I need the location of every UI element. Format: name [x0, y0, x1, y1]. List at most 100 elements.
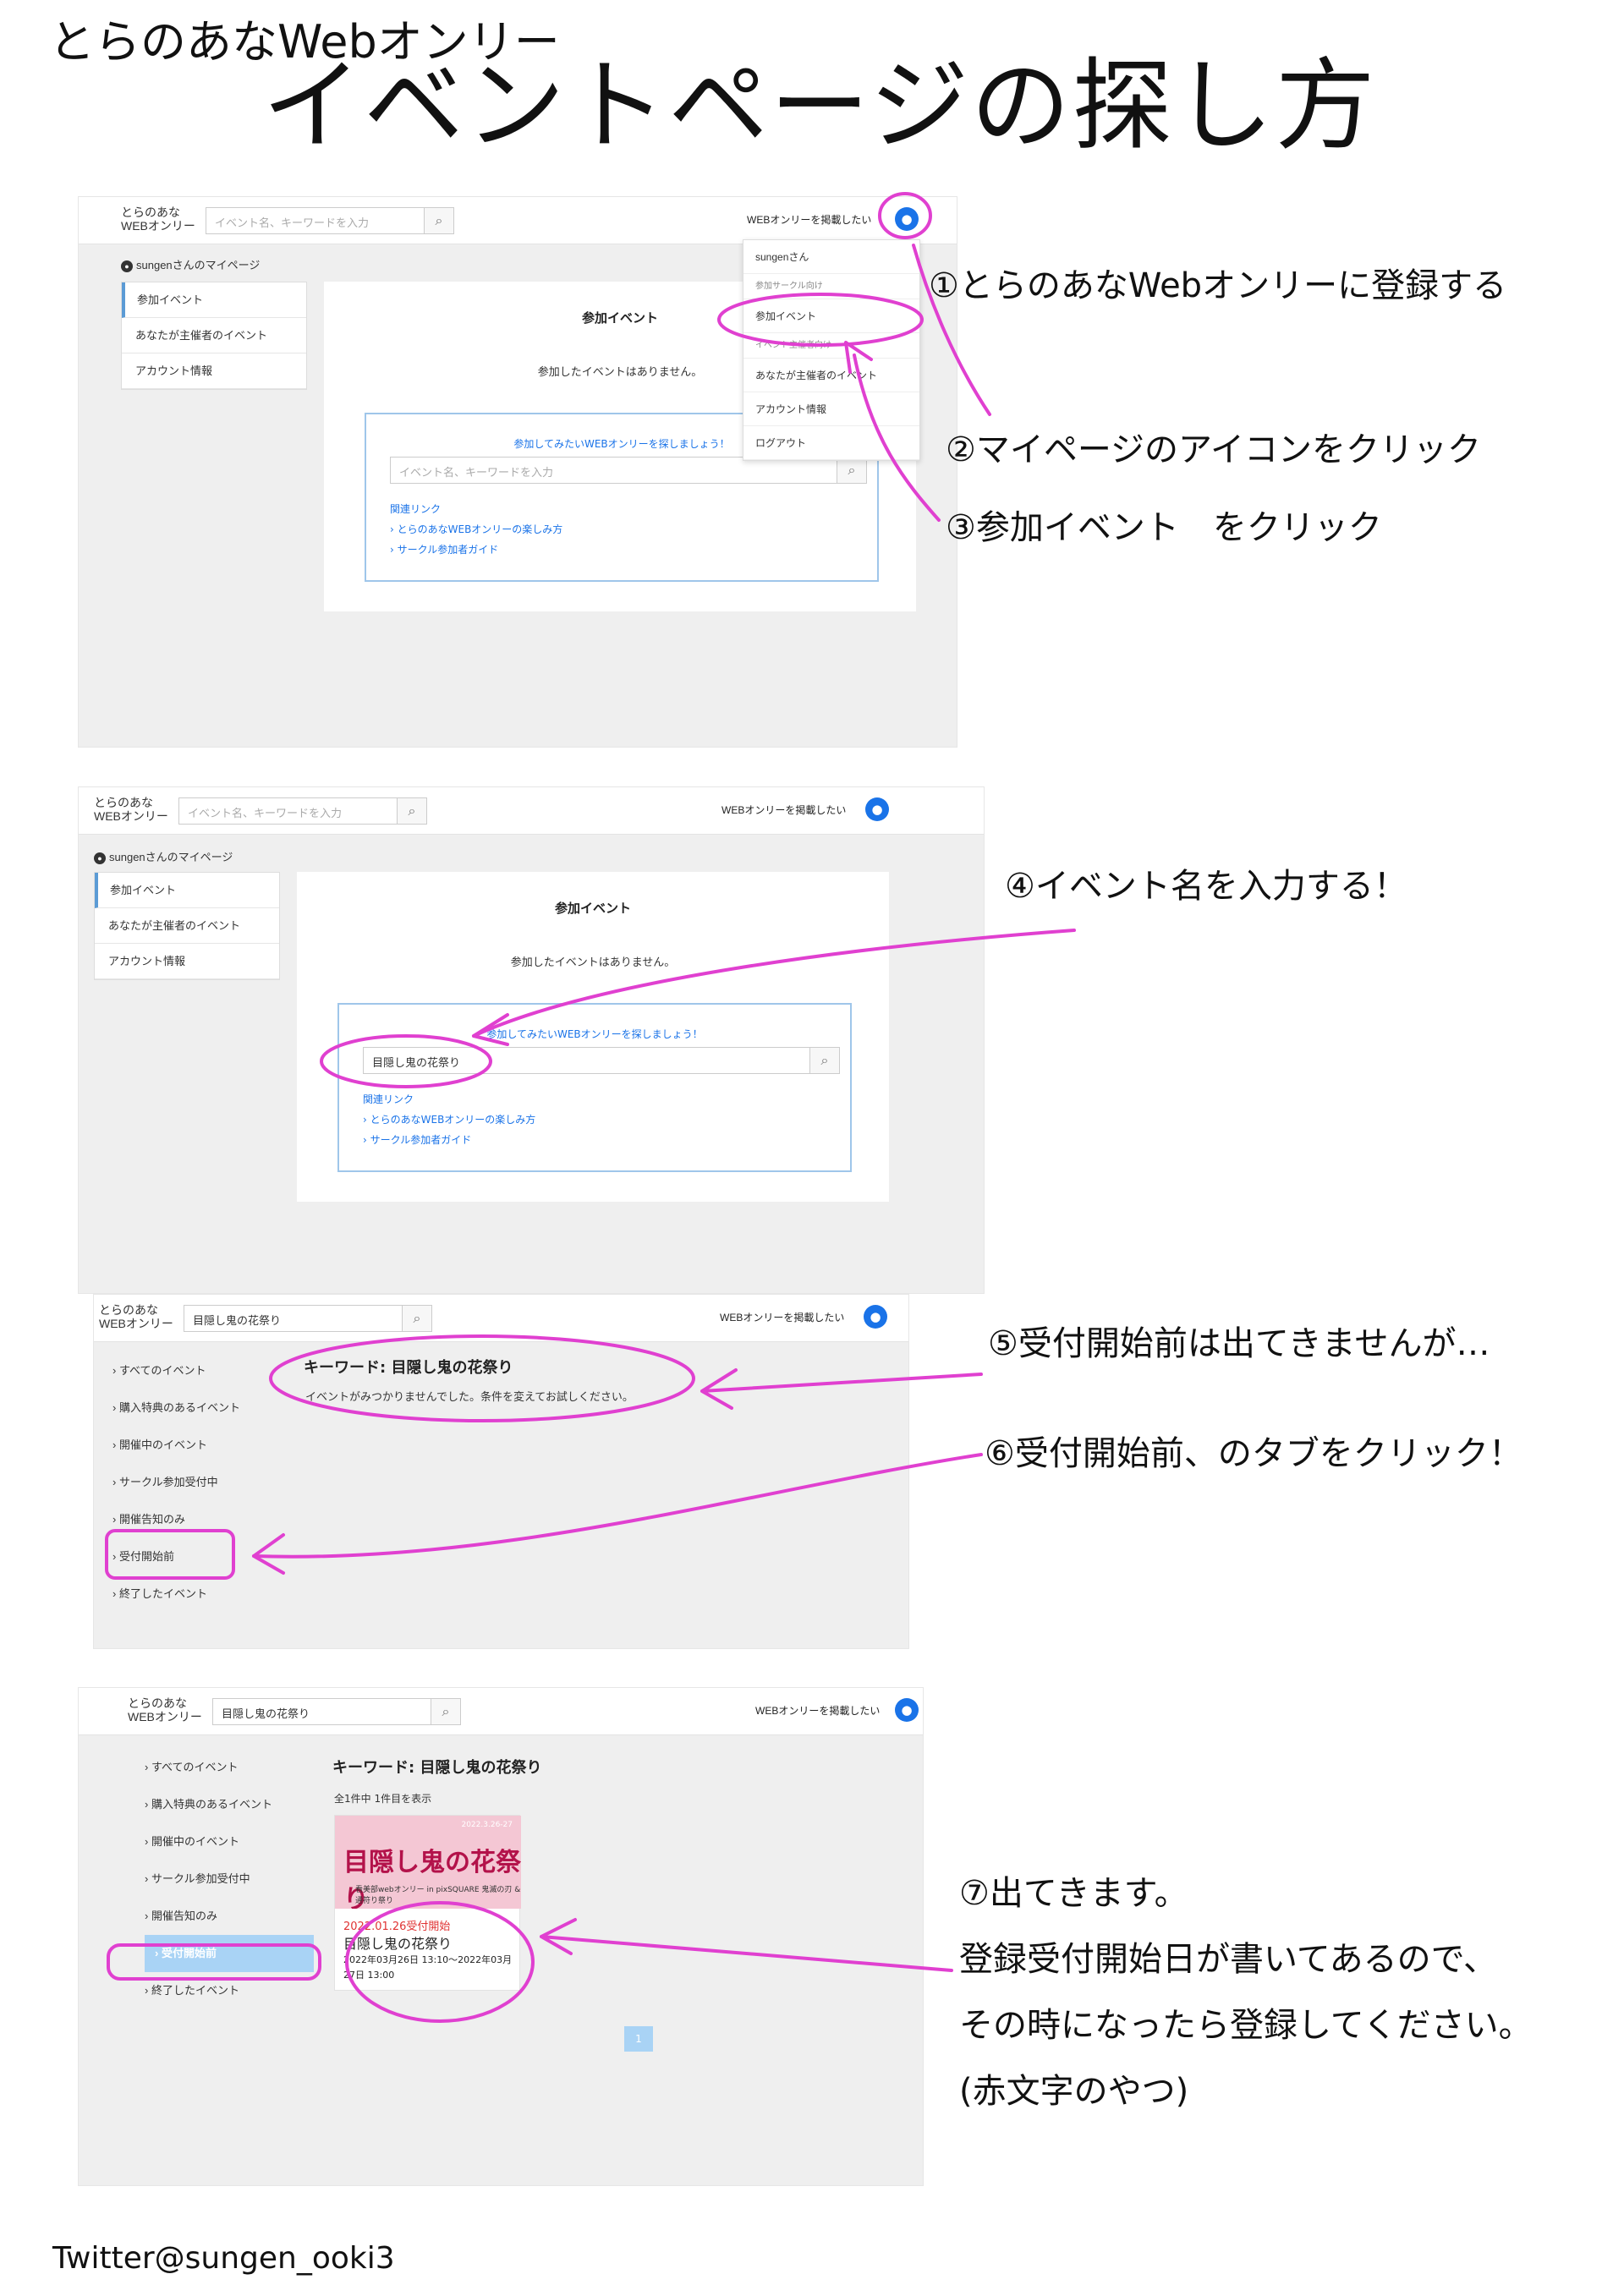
event-status-tabs: › すべてのイベント › 購入特典のあるイベント › 開催中のイベント › サー… — [112, 1352, 240, 1613]
tab-announce-only[interactable]: › 開催告知のみ — [145, 1898, 314, 1935]
sidebar-item-account[interactable]: アカウント情報 — [95, 944, 279, 979]
mypage-sidebar: 参加イベント あなたが主催者のイベント アカウント情報 — [121, 282, 307, 390]
keyword-heading: キーワード: 目隠し鬼の花祭り — [304, 1359, 513, 1377]
card-title: 参加イベント — [554, 901, 631, 916]
user-icon[interactable]: ● — [864, 1305, 887, 1329]
sidebar-item-hosted-events[interactable]: あなたが主催者のイベント — [122, 318, 306, 353]
dropdown-account[interactable]: アカウント情報 — [743, 392, 919, 426]
tab-bonus[interactable]: › 購入特典のあるイベント — [112, 1389, 240, 1427]
annotation-step5: ⑤受付開始前は出てきませんが… — [988, 1324, 1490, 1363]
dropdown-section-organizer: イベント主催者向け — [743, 333, 919, 359]
tab-ended[interactable]: › 終了したイベント — [145, 1972, 314, 2009]
related-link-guide[interactable]: › とらのあなWEBオンリーの楽しみ方 — [390, 519, 562, 540]
tab-ongoing[interactable]: › 開催中のイベント — [145, 1823, 314, 1860]
card-empty-message: 参加したイベントはありません。 — [510, 956, 676, 969]
tab-all[interactable]: › すべてのイベント — [145, 1749, 314, 1786]
search-input[interactable]: イベント名、キーワードを入力 — [178, 797, 398, 825]
annotation-step7-line3: その時になったら登録してください。 — [959, 2006, 1533, 2045]
tab-before-reception-selected[interactable]: › 受付開始前 — [145, 1935, 314, 1972]
event-name[interactable]: 目隠し鬼の花祭り — [343, 1932, 452, 1953]
related-link-circle[interactable]: › サークル参加者ガイド — [363, 1130, 535, 1150]
dropdown-logout[interactable]: ログアウト — [743, 426, 919, 460]
site-header: とらのあな WEBオンリー イベント名、キーワードを入力 ⌕ WEBオンリーを掲載… — [79, 787, 984, 835]
search-input[interactable]: 目隠し鬼の花祭り — [184, 1305, 403, 1332]
screenshot-results-found: とらのあな WEBオンリー 目隠し鬼の花祭り ⌕ WEBオンリーを掲載したい ● … — [78, 1687, 924, 2186]
site-logo[interactable]: とらのあな WEBオンリー — [128, 1696, 202, 1723]
annotation-step7-line4: (赤文字のやつ) — [959, 2072, 1189, 2111]
twitter-credit: Twitter@sungen_ooki3 — [52, 2241, 395, 2276]
user-icon[interactable]: ● — [895, 1698, 919, 1722]
tab-circle-accepting[interactable]: › サークル参加受付中 — [145, 1860, 314, 1898]
annotation-step2: ②マイページのアイコンをクリック — [946, 430, 1482, 469]
page-title: イベントページの探し方 — [262, 47, 1377, 164]
tab-ongoing[interactable]: › 開催中のイベント — [112, 1427, 240, 1464]
related-link-circle[interactable]: › サークル参加者ガイド — [390, 540, 562, 560]
user-icon[interactable]: ● — [865, 797, 889, 821]
post-webonly-link[interactable]: WEBオンリーを掲載したい — [747, 212, 871, 227]
screenshot-mypage-dropdown: とらのあな WEBオンリー イベント名、キーワードを入力 ⌕ WEBオンリーを掲載… — [78, 196, 957, 748]
sidebar-item-hosted-events[interactable]: あなたが主催者のイベント — [95, 908, 279, 944]
tab-bonus[interactable]: › 購入特典のあるイベント — [145, 1786, 314, 1823]
search-icon: ⌕ — [435, 212, 443, 228]
search-suggest-box: 参加してみたいWEBオンリーを探しましょう！ 目隠し鬼の花祭り ⌕ 関連リンク … — [337, 1003, 852, 1172]
related-link-guide[interactable]: › とらのあなWEBオンリーの楽しみ方 — [363, 1110, 535, 1130]
search-icon: ⌕ — [413, 1310, 421, 1326]
tutorial-page: とらのあなWebオンリー イベントページの探し方 とらのあな WEBオンリー イベ… — [0, 0, 1624, 2296]
related-links: 関連リンク › とらのあなWEBオンリーの楽しみ方 › サークル参加者ガイド — [390, 499, 562, 560]
dropdown-username: sungenさん — [743, 240, 919, 274]
annotation-step4: ④イベント名を入力する！ — [1005, 867, 1407, 906]
tab-circle-accepting[interactable]: › サークル参加受付中 — [112, 1464, 240, 1501]
search-prompt: 参加してみたいWEBオンリーを探しましょう！ — [486, 1028, 703, 1040]
site-header: とらのあな WEBオンリー 目隠し鬼の花祭り ⌕ WEBオンリーを掲載したい ● — [94, 1295, 908, 1342]
site-logo[interactable]: とらのあな WEBオンリー — [99, 1303, 173, 1330]
pagination-page-1[interactable]: 1 — [624, 2026, 653, 2052]
annotation-step3: ③参加イベント をクリック — [946, 508, 1382, 547]
card-search-button[interactable]: ⌕ — [809, 1047, 840, 1074]
screenshot-no-results: とらのあな WEBオンリー 目隠し鬼の花祭り ⌕ WEBオンリーを掲載したい ● … — [93, 1294, 909, 1649]
annotation-step7-line1: ⑦出てきます。 — [959, 1874, 1188, 1913]
search-icon: ⌕ — [848, 462, 856, 478]
related-links-title: 関連リンク — [390, 503, 442, 515]
tab-before-reception[interactable]: › 受付開始前 — [112, 1538, 240, 1575]
site-logo[interactable]: とらのあな WEBオンリー — [94, 796, 168, 823]
sidebar-item-account[interactable]: アカウント情報 — [122, 353, 306, 389]
search-input[interactable]: イベント名、キーワードを入力 — [206, 207, 425, 234]
tab-all[interactable]: › すべてのイベント — [112, 1352, 240, 1389]
site-logo[interactable]: とらのあな WEBオンリー — [121, 205, 195, 233]
annotation-step6: ⑥受付開始前、のタブをクリック！ — [985, 1434, 1522, 1473]
search-icon: ⌕ — [820, 1052, 829, 1068]
event-image-subtitle: 看美部webオンリー in pixSQUARE 鬼滅の刃 & 通符り祭り — [355, 1886, 521, 1905]
dropdown-section-circle: 参加サークル向け — [743, 274, 919, 299]
mypage-sidebar: 参加イベント あなたが主催者のイベント アカウント情報 — [94, 872, 280, 980]
dropdown-hosted-events[interactable]: あなたが主催者のイベント — [743, 359, 919, 392]
event-image-date: 2022.3.26-27 — [461, 1821, 513, 1829]
site-header: とらのあな WEBオンリー 目隠し鬼の花祭り ⌕ WEBオンリーを掲載したい ● — [79, 1688, 923, 1735]
user-icon[interactable]: ● — [895, 207, 919, 231]
search-button[interactable]: ⌕ — [431, 1698, 461, 1725]
search-button[interactable]: ⌕ — [397, 797, 427, 825]
annotation-step7-line2: 登録受付開始日が書いてあるので、 — [959, 1940, 1497, 1979]
post-webonly-link[interactable]: WEBオンリーを掲載したい — [720, 1310, 844, 1324]
card-search-input[interactable]: 目隠し鬼の花祭り — [363, 1047, 811, 1074]
search-icon: ⌕ — [442, 1703, 450, 1719]
search-input[interactable]: 目隠し鬼の花祭り — [212, 1698, 432, 1725]
event-card[interactable]: 2022.3.26-27 目隠し鬼の花祭り 看美部webオンリー in pixS… — [334, 1815, 521, 1991]
search-button[interactable]: ⌕ — [424, 207, 454, 234]
sidebar-item-joined-events[interactable]: 参加イベント — [95, 873, 279, 908]
event-period: 2022年03月26日 13:10〜2022年03月27日 13:00 — [343, 1954, 513, 1981]
sidebar-item-joined-events[interactable]: 参加イベント — [122, 282, 306, 318]
post-webonly-link[interactable]: WEBオンリーを掲載したい — [721, 803, 846, 817]
tab-ended[interactable]: › 終了したイベント — [112, 1575, 240, 1613]
site-header: とらのあな WEBオンリー イベント名、キーワードを入力 ⌕ WEBオンリーを掲載… — [79, 197, 957, 244]
screenshot-search-input: とらのあな WEBオンリー イベント名、キーワードを入力 ⌕ WEBオンリーを掲載… — [78, 786, 985, 1294]
annotation-step7: ⑦出てきます。 登録受付開始日が書いてあるので、 その時になったら登録してくださ… — [959, 1860, 1533, 2124]
not-found-message: イベントがみつかりませんでした。条件を変えてお試しください。 — [305, 1391, 634, 1404]
joined-events-card: 参加イベント 参加したイベントはありません。 参加してみたいWEBオンリーを探し… — [297, 872, 889, 1202]
search-button[interactable]: ⌕ — [402, 1305, 432, 1332]
dropdown-joined-events[interactable]: 参加イベント — [743, 299, 919, 333]
result-count: 全1件中 1件目を表示 — [334, 1793, 432, 1805]
event-thumbnail[interactable]: 2022.3.26-27 目隠し鬼の花祭り 看美部webオンリー in pixS… — [335, 1816, 521, 1909]
tab-announce-only[interactable]: › 開催告知のみ — [112, 1501, 240, 1538]
annotation-step1: ①とらのあなWebオンリーに登録する — [929, 266, 1507, 305]
post-webonly-link[interactable]: WEBオンリーを掲載したい — [755, 1703, 880, 1718]
